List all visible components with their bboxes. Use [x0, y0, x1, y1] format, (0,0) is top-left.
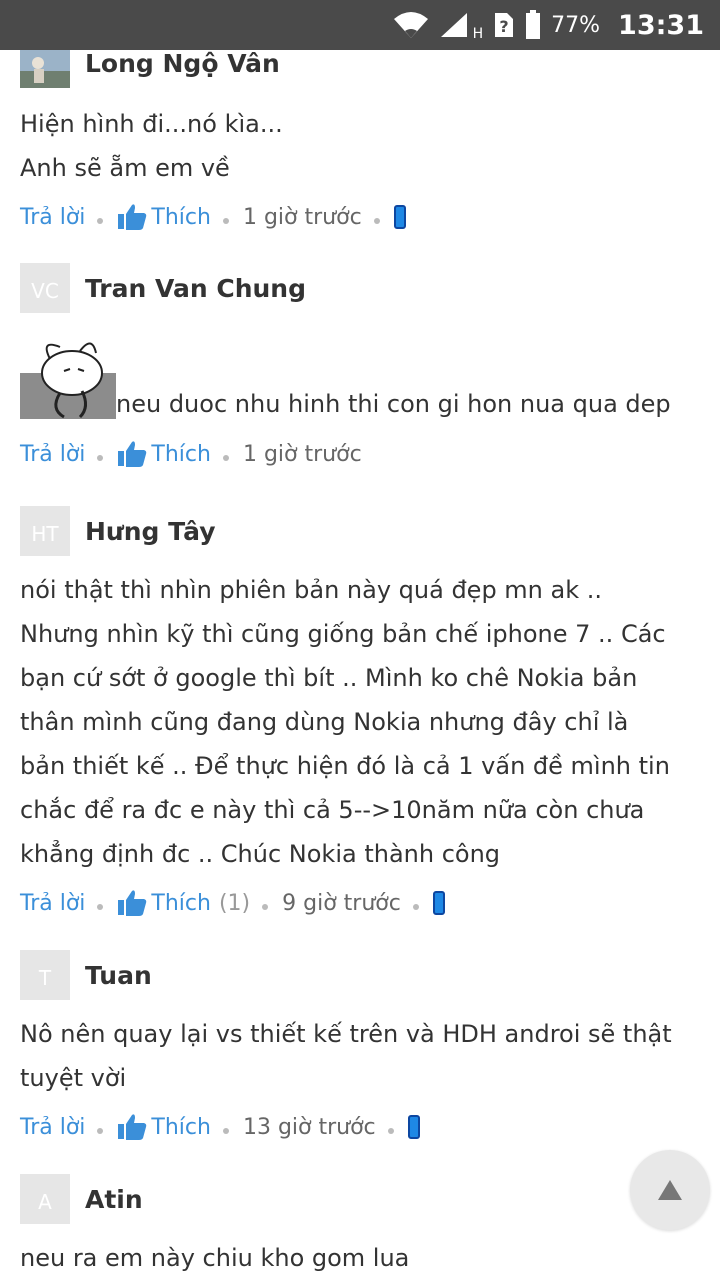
comment-line: Hiện hình đi...nó kìa...	[20, 110, 283, 138]
separator-dot	[97, 218, 104, 224]
comment-line: khẳng định đc .. Chúc Nokia thành công	[20, 840, 501, 868]
comment-line: bản thiết kế .. Để thực hiện đó là cả 1 …	[20, 752, 670, 780]
separator-dot	[97, 455, 104, 461]
sticker-image	[20, 329, 116, 419]
comment-header: A Atin	[20, 1174, 710, 1224]
comment-item: VC Tran Van Chung neu duoc nhu hinh thi …	[20, 263, 710, 469]
separator-dot	[222, 218, 229, 224]
comment-actions: Trả lời Thích (1) 9 giờ trước	[20, 888, 710, 918]
separator-dot	[222, 455, 229, 461]
reply-link[interactable]: Trả lời	[20, 1115, 85, 1140]
comment-body: Hiện hình đi...nó kìa... Anh sẽ ẵm em về	[20, 102, 710, 190]
battery-percentage: 77%	[551, 12, 601, 38]
comment-line: Nô nên quay lại vs thiết kế trên và HDH …	[20, 1020, 672, 1048]
scroll-to-top-button[interactable]	[630, 1150, 710, 1230]
comment-line: neu ra em này chiu kho gom lua	[20, 1244, 410, 1272]
arrow-up-icon	[658, 1180, 682, 1200]
comment-actions: Trả lời Thích 13 giờ trước	[20, 1112, 710, 1142]
thumbs-up-icon	[118, 890, 147, 916]
comment-body: Nô nên quay lại vs thiết kế trên và HDH …	[20, 1012, 710, 1100]
separator-dot	[412, 904, 419, 910]
like-button[interactable]: Thích	[117, 203, 211, 231]
separator-dot	[97, 1128, 104, 1134]
sim-unknown-icon: ?	[493, 10, 515, 40]
comment-time: 13 giờ trước	[242, 1114, 376, 1140]
like-count: (1)	[218, 890, 251, 916]
signal-icon	[439, 10, 469, 40]
wifi-icon	[393, 10, 429, 40]
status-bar: H ? 77% 13:31	[0, 0, 720, 50]
author-name[interactable]: Hưng Tây	[85, 517, 216, 546]
like-label: Thích	[151, 441, 211, 467]
separator-dot	[222, 1128, 229, 1134]
comment-item: T Tuan Nô nên quay lại vs thiết kế trên …	[20, 950, 710, 1142]
comment-line: bạn cứ sớt ở google thì bít .. Mình ko c…	[20, 664, 638, 692]
like-label: Thích	[151, 204, 211, 230]
like-button[interactable]: Thích	[117, 1113, 211, 1141]
comment-header: HT Hưng Tây	[20, 506, 710, 556]
comment-line: Anh sẽ ẵm em về	[20, 154, 230, 182]
like-button[interactable]: Thích	[117, 889, 211, 917]
author-name[interactable]: Long Ngộ Vân	[85, 49, 280, 78]
separator-dot	[97, 904, 104, 910]
like-label: Thích	[151, 1114, 211, 1140]
comment-line: thân mình cũng đang dùng Nokia nhưng đây…	[20, 708, 629, 736]
author-name[interactable]: Atin	[85, 1185, 143, 1214]
avatar[interactable]: HT	[20, 506, 70, 556]
comment-body: neu ra em này chiu kho gom lua	[20, 1236, 710, 1280]
comment-time: 1 giờ trước	[242, 204, 362, 230]
svg-text:?: ?	[500, 17, 509, 36]
separator-dot	[262, 904, 269, 910]
thumbs-up-icon	[118, 1114, 147, 1140]
comment-item: Long Ngộ Vân Hiện hình đi...nó kìa... An…	[20, 38, 710, 232]
mobile-device-icon	[432, 891, 445, 915]
comment-item: A Atin neu ra em này chiu kho gom lua	[20, 1174, 710, 1280]
comment-line: nói thật thì nhìn phiên bản này quá đẹp …	[20, 576, 603, 604]
comment-actions: Trả lời Thích 1 giờ trước	[20, 202, 710, 232]
avatar[interactable]: A	[20, 1174, 70, 1224]
comment-item: HT Hưng Tây nói thật thì nhìn phiên bản …	[20, 506, 710, 918]
separator-dot	[387, 1128, 394, 1134]
like-button[interactable]: Thích	[117, 440, 211, 468]
like-label: Thích	[151, 890, 211, 916]
reply-link[interactable]: Trả lời	[20, 442, 85, 467]
mobile-device-icon	[407, 1115, 420, 1139]
author-name[interactable]: Tuan	[85, 961, 152, 990]
battery-icon	[525, 10, 541, 40]
comment-line: tuyệt vời	[20, 1064, 127, 1092]
comment-line: Nhưng nhìn kỹ thì cũng giống bản chế iph…	[20, 620, 666, 648]
thumbs-up-icon	[118, 441, 147, 467]
avatar[interactable]: T	[20, 950, 70, 1000]
comment-line: chắc để ra đc e này thì cả 5-->10năm nữa…	[20, 796, 645, 824]
network-type: H	[472, 26, 484, 42]
avatar[interactable]: VC	[20, 263, 70, 313]
comment-body: nói thật thì nhìn phiên bản này quá đẹp …	[20, 568, 710, 876]
author-name[interactable]: Tran Van Chung	[85, 274, 306, 303]
mobile-device-icon	[393, 205, 406, 229]
comment-actions: Trả lời Thích 1 giờ trước	[20, 439, 710, 469]
reply-link[interactable]: Trả lời	[20, 891, 85, 916]
reply-link[interactable]: Trả lời	[20, 205, 85, 230]
comment-line: neu duoc nhu hinh thi con gi hon nua qua…	[116, 390, 671, 418]
clock: 13:31	[618, 9, 704, 41]
thumbs-up-icon	[118, 204, 147, 230]
separator-dot	[373, 218, 380, 224]
comment-time: 1 giờ trước	[242, 441, 362, 467]
comment-header: T Tuan	[20, 950, 710, 1000]
comment-header: VC Tran Van Chung	[20, 263, 710, 313]
comment-time: 9 giờ trước	[282, 890, 401, 916]
comment-body: neu duoc nhu hinh thi con gi hon nua qua…	[20, 329, 710, 419]
